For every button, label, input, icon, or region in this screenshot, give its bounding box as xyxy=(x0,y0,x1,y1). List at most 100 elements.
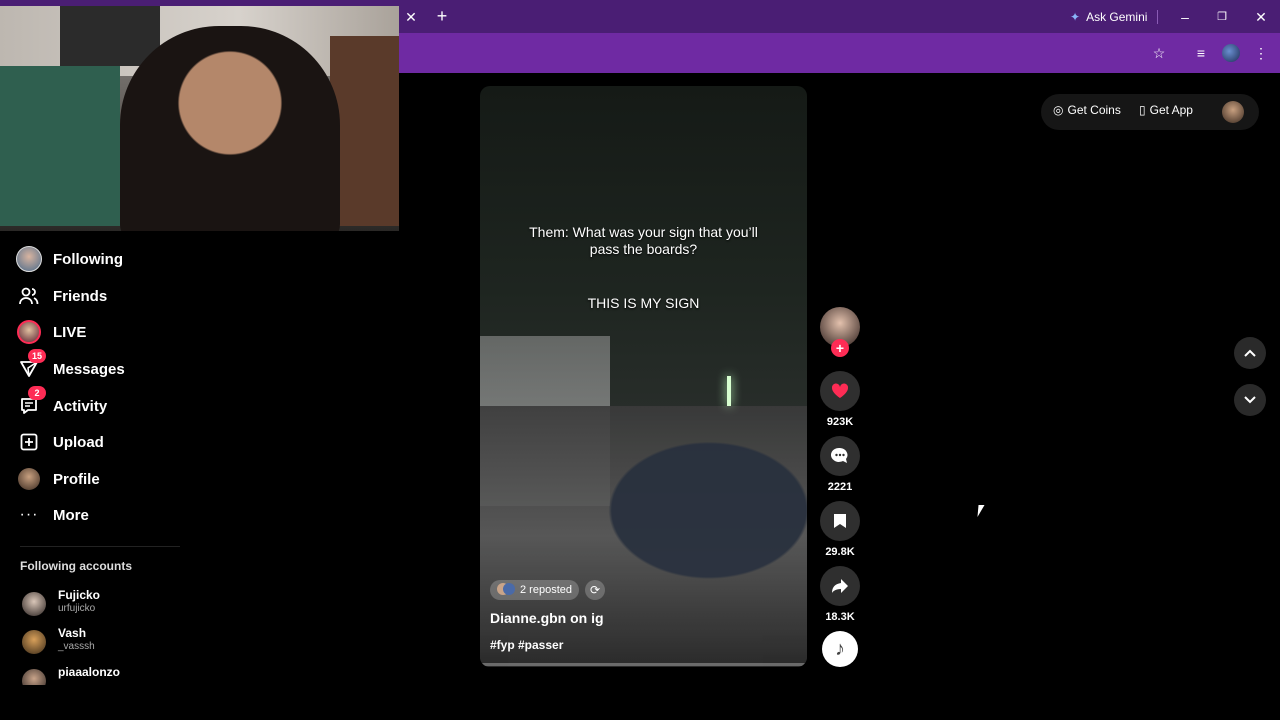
comment-count: 2221 xyxy=(827,481,853,493)
ask-gemini-label: Ask Gemini xyxy=(1086,9,1148,24)
account-name: piaaalonzo xyxy=(58,665,121,679)
get-app-label: Get App xyxy=(1149,103,1193,117)
repost-icon[interactable]: ⟳ xyxy=(584,580,605,600)
sidebar-item-upload[interactable]: Upload xyxy=(16,427,216,457)
mouse-cursor-icon xyxy=(977,505,991,517)
following-account-item[interactable]: Vash _vasssh xyxy=(22,626,222,658)
webcam-overlay xyxy=(0,6,399,231)
sidebar-item-label: More xyxy=(53,506,89,524)
get-coins-label: Get Coins xyxy=(1067,103,1121,117)
video-caption-text: Them: What was your sign that you’ll pas… xyxy=(529,224,758,257)
toolbar-divider xyxy=(1157,10,1158,24)
following-accounts-title: Following accounts xyxy=(20,559,133,573)
new-tab-button[interactable]: + xyxy=(433,7,451,25)
share-arrow-icon xyxy=(832,579,848,593)
sidebar-item-label: LIVE xyxy=(53,323,87,341)
save-count: 29.8K xyxy=(825,546,855,558)
sidebar-item-label: Following xyxy=(53,250,123,268)
header-actions: ◎ Get Coins ▯ Get App xyxy=(1041,94,1259,130)
browser-profile-avatar[interactable] xyxy=(1222,44,1240,62)
chevron-down-icon xyxy=(1244,396,1256,404)
save-action: 29.8K xyxy=(820,501,860,558)
sidebar-item-more[interactable]: ··· More xyxy=(16,500,216,530)
following-account-item[interactable]: piaaalonzo xyxy=(22,665,222,685)
messages-badge: 15 xyxy=(28,349,46,363)
follow-plus-icon[interactable]: + xyxy=(831,339,849,357)
restore-button[interactable]: ❐ xyxy=(1212,7,1232,27)
account-handle: urfujicko xyxy=(58,603,96,614)
close-window-button[interactable]: ✕ xyxy=(1251,7,1271,27)
account-avatar xyxy=(22,669,46,685)
like-action: 923K xyxy=(820,371,860,428)
media-control-icon[interactable]: ≡ xyxy=(1191,43,1211,63)
chevron-up-icon xyxy=(1244,349,1256,357)
following-avatar-icon xyxy=(16,246,42,272)
like-button[interactable] xyxy=(820,371,860,411)
messages-icon: 15 xyxy=(16,349,46,382)
coin-icon: ◎ xyxy=(1053,103,1064,117)
repost-avatars xyxy=(497,582,515,598)
comment-button[interactable] xyxy=(820,436,860,476)
share-action: 18.3K xyxy=(820,566,860,623)
next-video-button[interactable] xyxy=(1234,384,1266,416)
reposted-label: 2 reposted xyxy=(520,584,572,596)
get-app-button[interactable]: ▯ Get App xyxy=(1139,103,1193,117)
account-avatar xyxy=(22,630,46,654)
repost-row: 2 reposted ⟳ xyxy=(490,580,605,600)
sidebar-item-label: Activity xyxy=(53,397,108,415)
sidebar-item-friends[interactable]: Friends xyxy=(16,281,216,311)
live-avatar-icon xyxy=(16,319,42,345)
sidebar-item-profile[interactable]: Profile xyxy=(16,464,216,494)
account-name: Fujicko xyxy=(58,588,101,602)
activity-icon: 2 xyxy=(16,386,46,419)
get-coins-button[interactable]: ◎ Get Coins xyxy=(1053,103,1121,117)
webcam-cabinet xyxy=(0,66,120,226)
video-player[interactable]: Them: What was your sign that you’ll pas… xyxy=(480,86,807,667)
activity-badge: 2 xyxy=(28,386,46,400)
minimize-button[interactable]: – xyxy=(1175,7,1195,27)
sidebar-item-activity[interactable]: 2 Activity xyxy=(16,386,216,421)
account-avatar xyxy=(22,592,46,616)
account-handle: _vasssh xyxy=(58,641,95,652)
more-icon: ··· xyxy=(19,506,39,523)
phone-icon: ▯ xyxy=(1139,103,1146,117)
close-tab-button[interactable]: ✕ xyxy=(403,9,419,25)
share-button[interactable] xyxy=(820,566,860,606)
video-caption-sign: THIS IS MY SIGN xyxy=(587,295,700,311)
gemini-icon: ✦ xyxy=(1070,9,1081,24)
profile-avatar-icon xyxy=(16,466,42,492)
video-hashtags[interactable]: #fyp #passer xyxy=(490,638,563,652)
sidebar-item-label: Upload xyxy=(53,433,104,451)
browser-menu-icon[interactable]: ⋮ xyxy=(1251,43,1271,63)
video-progress-bar[interactable] xyxy=(480,663,807,666)
share-count: 18.3K xyxy=(825,611,855,623)
music-disc-icon[interactable]: ♪ xyxy=(822,631,858,667)
comment-action: 2221 xyxy=(820,436,860,493)
like-count: 923K xyxy=(826,416,854,428)
sidebar-item-label: Friends xyxy=(53,287,108,305)
sidebar-item-following[interactable]: Following xyxy=(16,244,216,274)
sidebar-item-messages[interactable]: 15 Messages xyxy=(16,349,216,384)
user-avatar[interactable] xyxy=(1222,101,1244,123)
following-account-item[interactable]: Fujicko urfujicko xyxy=(22,588,222,620)
friends-icon xyxy=(16,283,42,309)
sidebar-item-live[interactable]: LIVE xyxy=(16,317,216,347)
video-author[interactable]: Dianne.gbn on ig xyxy=(490,610,604,626)
webcam-printer xyxy=(60,6,160,66)
webcam-bookshelf xyxy=(330,36,399,226)
comment-icon xyxy=(831,447,848,463)
heart-icon xyxy=(831,383,849,398)
save-button[interactable] xyxy=(820,501,860,541)
sidebar-item-label: Profile xyxy=(53,470,100,488)
upload-icon xyxy=(16,429,42,455)
sidebar-item-label: Messages xyxy=(53,360,125,378)
bookmark-icon xyxy=(834,514,846,528)
ask-gemini-button[interactable]: ✦ Ask Gemini xyxy=(1062,6,1155,27)
reposted-chip[interactable]: 2 reposted xyxy=(490,580,579,600)
video-scene-crowd xyxy=(480,406,807,667)
account-name: Vash xyxy=(58,626,87,640)
previous-video-button[interactable] xyxy=(1234,337,1266,369)
webcam-person xyxy=(120,26,340,231)
sidebar-divider xyxy=(20,546,180,547)
bookmark-star-icon[interactable]: ☆ xyxy=(1149,43,1169,63)
